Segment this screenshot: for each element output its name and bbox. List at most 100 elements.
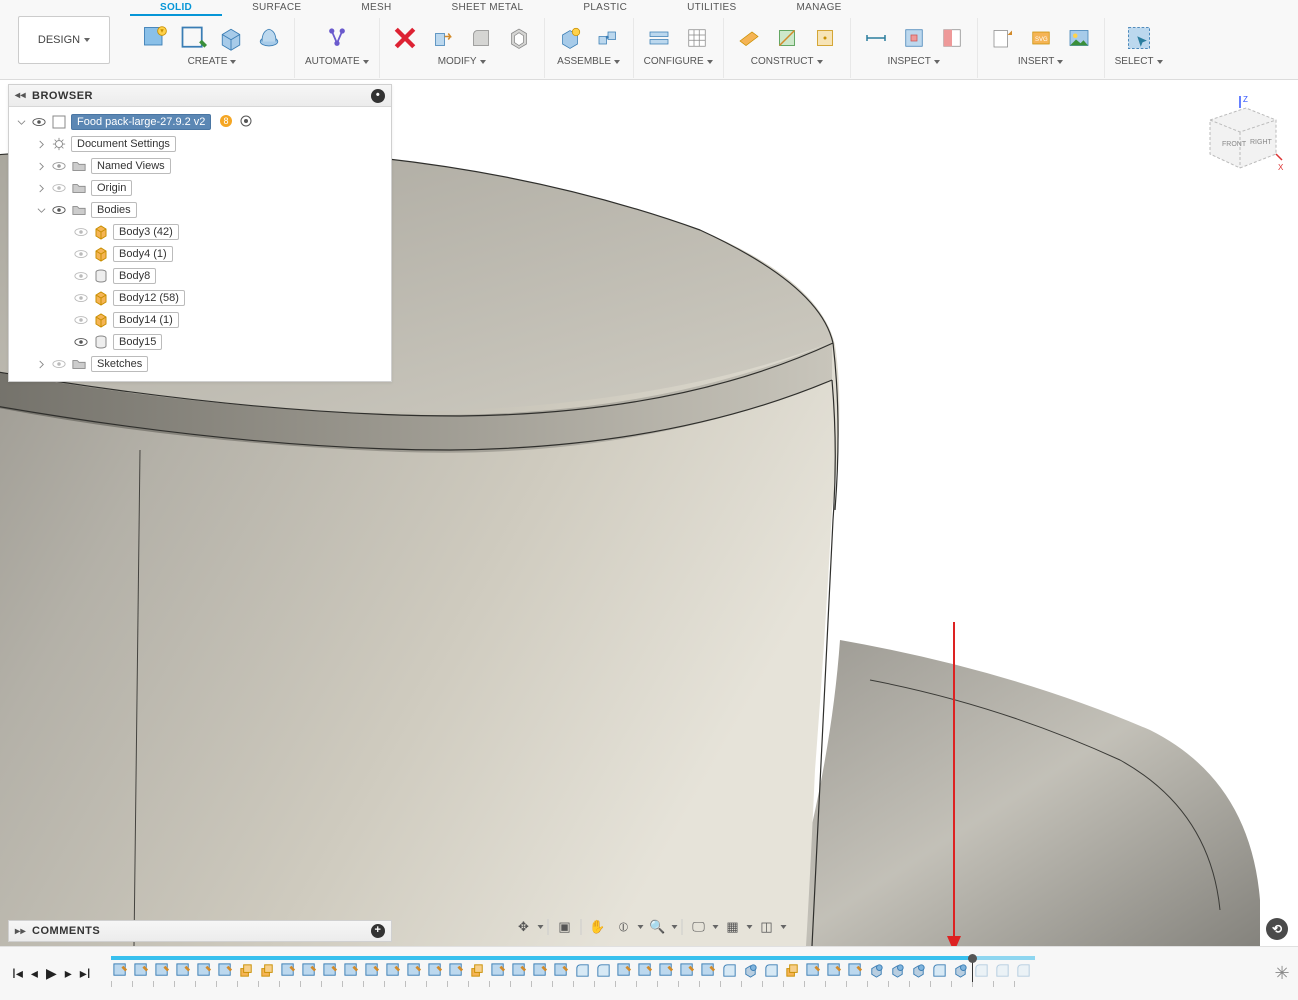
point-icon[interactable] bbox=[810, 23, 840, 53]
timeline-op-extrude[interactable] bbox=[237, 961, 256, 980]
tab-manage[interactable]: MANAGE bbox=[767, 0, 872, 16]
visibility-toggle[interactable] bbox=[73, 246, 89, 262]
group-select-label[interactable]: SELECT bbox=[1115, 56, 1163, 67]
zoom-icon[interactable]: ⦶ bbox=[612, 915, 636, 939]
timeline-op-sketch[interactable] bbox=[825, 961, 844, 980]
timeline-op-sketch[interactable] bbox=[153, 961, 172, 980]
timeline-op-sketch[interactable] bbox=[342, 961, 361, 980]
new-component-icon[interactable] bbox=[555, 23, 585, 53]
group-assemble-label[interactable]: ASSEMBLE bbox=[557, 56, 620, 67]
axis-icon[interactable] bbox=[772, 23, 802, 53]
timeline-op-fillet[interactable] bbox=[993, 961, 1012, 980]
warning-badge-icon[interactable]: 8 bbox=[219, 114, 233, 131]
select-icon[interactable] bbox=[1124, 23, 1154, 53]
expander-icon[interactable] bbox=[15, 116, 27, 128]
tree-body-item[interactable]: Body15 bbox=[9, 331, 391, 353]
timeline-op-combine[interactable] bbox=[909, 961, 928, 980]
configure-icon[interactable] bbox=[644, 23, 674, 53]
body-label[interactable]: Body3 (42) bbox=[113, 224, 179, 240]
grid-icon[interactable]: ▦ bbox=[721, 915, 745, 939]
presspull-icon[interactable] bbox=[428, 23, 458, 53]
timeline-settings-button[interactable]: ✳ bbox=[1266, 963, 1298, 984]
timeline-op-sketch[interactable] bbox=[405, 961, 424, 980]
timeline-op-fillet[interactable] bbox=[1014, 961, 1033, 980]
group-configure-label[interactable]: CONFIGURE bbox=[644, 56, 713, 67]
tab-mesh[interactable]: MESH bbox=[331, 0, 421, 16]
tree-bodies[interactable]: Bodies bbox=[9, 199, 391, 221]
group-create-label[interactable]: CREATE bbox=[188, 56, 237, 67]
caret-down-icon[interactable] bbox=[538, 925, 544, 929]
visibility-toggle[interactable] bbox=[73, 268, 89, 284]
visibility-toggle[interactable] bbox=[73, 290, 89, 306]
body-label[interactable]: Body8 bbox=[113, 268, 156, 284]
expander-icon[interactable] bbox=[35, 204, 47, 216]
timeline-op-fillet[interactable] bbox=[930, 961, 949, 980]
create-form-icon[interactable] bbox=[178, 23, 208, 53]
timeline-op-sketch[interactable] bbox=[615, 961, 634, 980]
fillet-icon[interactable] bbox=[466, 23, 496, 53]
timeline-op-sketch[interactable] bbox=[699, 961, 718, 980]
timeline-op-sketch[interactable] bbox=[111, 961, 130, 980]
insert-derive-icon[interactable] bbox=[988, 23, 1018, 53]
add-comment-button[interactable]: + bbox=[371, 924, 385, 938]
tree-root[interactable]: Food pack-large-27.9.2 v2 8 bbox=[9, 111, 391, 133]
timeline-op-combine[interactable] bbox=[867, 961, 886, 980]
orbit-icon[interactable]: ✥ bbox=[512, 915, 536, 939]
caret-down-icon[interactable] bbox=[747, 925, 753, 929]
tab-solid[interactable]: SOLID bbox=[130, 0, 222, 16]
tree-body-item[interactable]: Body8 bbox=[9, 265, 391, 287]
visibility-toggle[interactable] bbox=[73, 334, 89, 350]
timeline-op-sketch[interactable] bbox=[447, 961, 466, 980]
tree-origin[interactable]: Origin bbox=[9, 177, 391, 199]
group-inspect-label[interactable]: INSPECT bbox=[887, 56, 939, 67]
expander-icon[interactable] bbox=[35, 138, 47, 150]
group-insert-label[interactable]: INSERT bbox=[1018, 56, 1064, 67]
visibility-toggle[interactable] bbox=[51, 158, 67, 174]
interference-icon[interactable] bbox=[899, 23, 929, 53]
expand-icon[interactable]: ▸▸ bbox=[15, 926, 26, 937]
workspace-switcher[interactable]: DESIGN bbox=[18, 16, 110, 64]
section-icon[interactable] bbox=[937, 23, 967, 53]
timeline-end-button[interactable]: ▸I bbox=[80, 965, 91, 982]
timeline-op-extrude[interactable] bbox=[783, 961, 802, 980]
timeline-op-combine[interactable] bbox=[888, 961, 907, 980]
timeline-op-sketch[interactable] bbox=[804, 961, 823, 980]
plane-icon[interactable] bbox=[734, 23, 764, 53]
root-label[interactable]: Food pack-large-27.9.2 v2 bbox=[71, 114, 211, 130]
visibility-toggle[interactable] bbox=[73, 224, 89, 240]
viewports-icon[interactable]: ◫ bbox=[755, 915, 779, 939]
visibility-toggle[interactable] bbox=[51, 356, 67, 372]
settings-dot-icon[interactable]: • bbox=[371, 89, 385, 103]
timeline-op-fillet[interactable] bbox=[720, 961, 739, 980]
timeline-op-sketch[interactable] bbox=[132, 961, 151, 980]
timeline-marker[interactable] bbox=[968, 954, 977, 988]
body-label[interactable]: Body15 bbox=[113, 334, 162, 350]
expander-icon[interactable] bbox=[35, 160, 47, 172]
timeline-op-fillet[interactable] bbox=[573, 961, 592, 980]
caret-down-icon[interactable] bbox=[672, 925, 678, 929]
timeline-op-sketch[interactable] bbox=[531, 961, 550, 980]
group-modify-label[interactable]: MODIFY bbox=[438, 56, 486, 67]
visibility-toggle[interactable] bbox=[51, 180, 67, 196]
insert-image-icon[interactable] bbox=[1064, 23, 1094, 53]
measure-icon[interactable] bbox=[861, 23, 891, 53]
body-label[interactable]: Body4 (1) bbox=[113, 246, 173, 262]
timeline-step-fwd-button[interactable]: ▸ bbox=[65, 965, 72, 982]
pan-icon[interactable]: ✋ bbox=[586, 915, 610, 939]
timeline-op-sketch[interactable] bbox=[216, 961, 235, 980]
timeline-op-sketch[interactable] bbox=[300, 961, 319, 980]
insert-svg-icon[interactable]: SVG bbox=[1026, 23, 1056, 53]
tab-sheetmetal[interactable]: SHEET METAL bbox=[422, 0, 554, 16]
revolve-icon[interactable] bbox=[254, 23, 284, 53]
tree-body-item[interactable]: Body12 (58) bbox=[9, 287, 391, 309]
new-sketch-icon[interactable] bbox=[140, 23, 170, 53]
timeline-op-sketch[interactable] bbox=[657, 961, 676, 980]
fit-icon[interactable]: 🔍 bbox=[646, 915, 670, 939]
tree-body-item[interactable]: Body14 (1) bbox=[9, 309, 391, 331]
tree-named-views[interactable]: Named Views bbox=[9, 155, 391, 177]
viewcube[interactable]: FRONT RIGHT Z X bbox=[1196, 94, 1284, 182]
reset-home-icon[interactable]: ⟲ bbox=[1266, 918, 1288, 940]
shell-icon[interactable] bbox=[504, 23, 534, 53]
timeline-play-button[interactable]: ▶ bbox=[46, 965, 57, 982]
config-table-icon[interactable] bbox=[682, 23, 712, 53]
